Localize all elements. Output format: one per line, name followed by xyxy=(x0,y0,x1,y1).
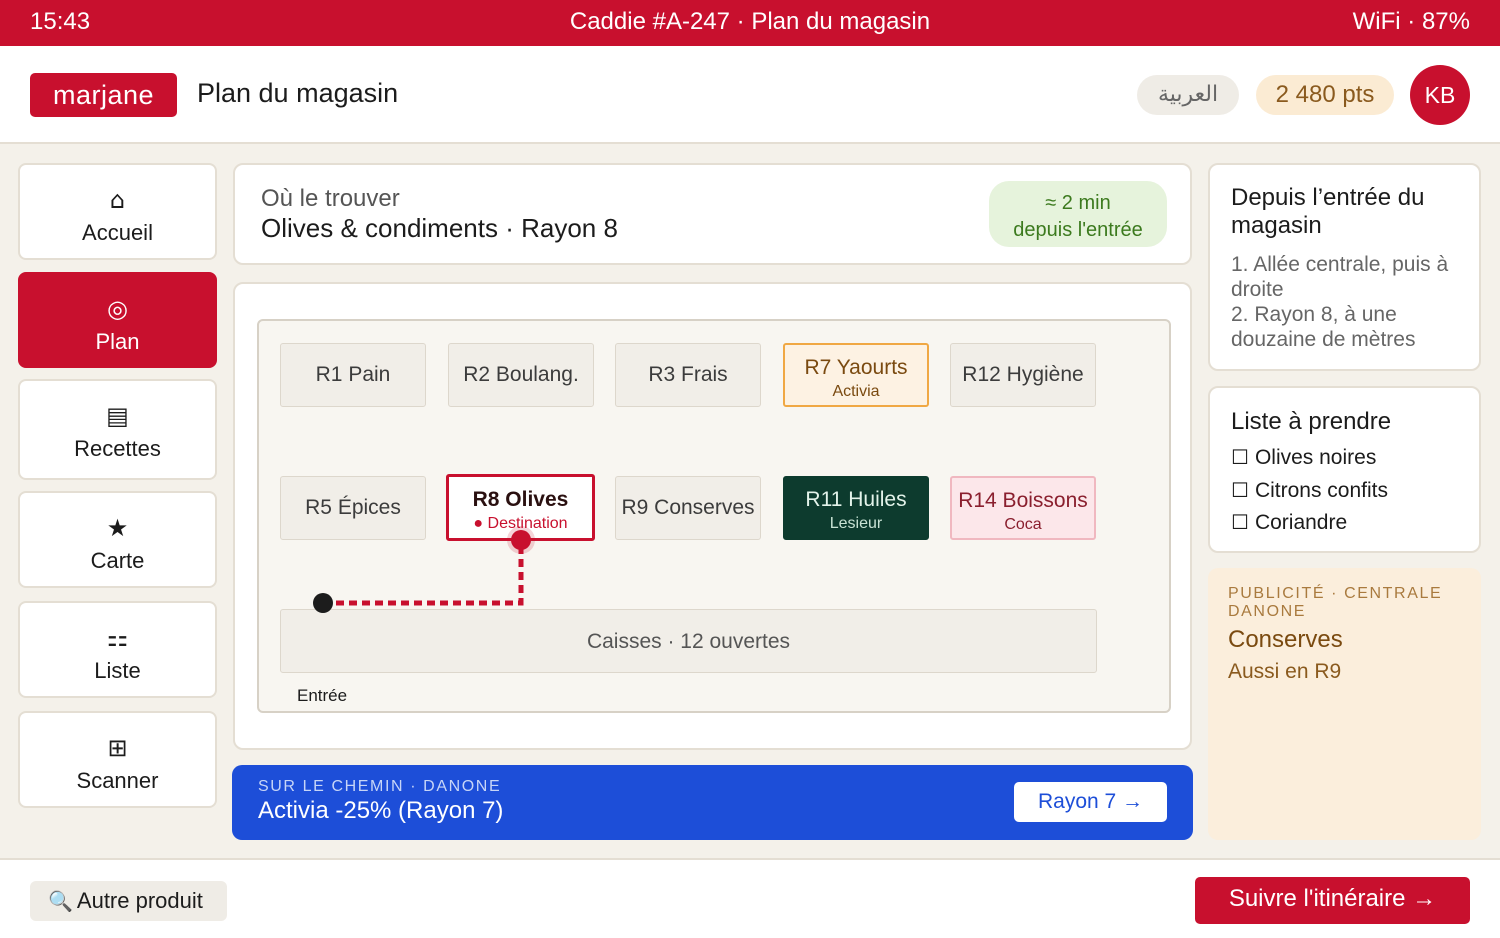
route-line xyxy=(323,541,524,606)
nav-item-carte[interactable]: ★ Carte xyxy=(18,491,217,588)
eta-time: ≈ 2 min xyxy=(1045,192,1111,214)
nav-label: Liste xyxy=(94,658,141,683)
target-icon: ◎ xyxy=(107,295,128,323)
entrance-label: Entrée xyxy=(297,686,348,705)
store-map: R1 Pain R2 Boulang. R3 Frais R7 Yaourts … xyxy=(257,319,1171,713)
sponsored-ad-card[interactable]: PUBLICITÉ · CENTRALE DANONE Conserves Au… xyxy=(1208,568,1481,840)
promo-title: Activia -25% (Rayon 7) xyxy=(258,797,504,824)
nav-label: Scanner xyxy=(76,768,159,793)
destination-marker xyxy=(511,530,531,550)
ad-subtitle: Aussi en R9 xyxy=(1228,660,1342,683)
nav-item-scanner[interactable]: ⊞ Scanner xyxy=(18,711,217,808)
nav-item-recettes[interactable]: ▤ Recettes xyxy=(18,379,217,480)
home-icon: ⌂ xyxy=(109,186,126,214)
other-product-label: Autre produit xyxy=(76,888,203,913)
nav-label: Accueil xyxy=(82,220,153,245)
language-toggle[interactable]: العربية xyxy=(1137,75,1239,115)
checkbox-icon: ☐ xyxy=(1231,445,1249,469)
entrance-marker xyxy=(313,593,333,613)
location-kicker: Où le trouver xyxy=(261,185,400,212)
list-item-label: Coriandre xyxy=(1254,511,1348,534)
product-location-card: Où le trouver Olives & condiments · Rayo… xyxy=(233,163,1192,265)
page-title: Plan du magasin xyxy=(197,78,399,108)
list-item[interactable]: ☐ Citrons confits xyxy=(1231,478,1388,511)
list-item-label: Olives noires xyxy=(1254,446,1377,469)
shopping-list-title: Liste à prendre xyxy=(1231,408,1392,435)
store-map-card: R1 Pain R2 Boulang. R3 Frais R7 Yaourts … xyxy=(233,282,1192,750)
directions-title: Depuis l’entrée du magasin xyxy=(1231,184,1425,239)
directions-card: Depuis l’entrée du magasin 1. Allée cent… xyxy=(1208,163,1481,371)
shopping-list-card: Liste à prendre ☐ Olives noires ☐ Citrons … xyxy=(1208,386,1481,553)
nav-item-accueil[interactable]: ⌂ Accueil xyxy=(18,163,217,260)
app-header: marjane Plan du magasin العربية 2 480 pt… xyxy=(0,46,1500,144)
eta-badge: ≈ 2 min depuis l'entrée xyxy=(989,181,1167,247)
status-bar: 15:43 Caddie #A-247 · Plan du magasin Wi… xyxy=(0,0,1500,46)
ad-kicker: PUBLICITÉ · CENTRALE DANONE xyxy=(1228,585,1443,620)
checkbox-icon: ☐ xyxy=(1231,477,1249,502)
direction-step: 2. Rayon 8, à une douzaine de mètres xyxy=(1231,303,1416,351)
en-route-promo: SUR LE CHEMIN · DANONE Activia -25% (Ray… xyxy=(232,765,1193,840)
list-item[interactable]: ☐ Olives noires xyxy=(1231,445,1388,478)
list-item[interactable]: ☐ Coriandre xyxy=(1231,510,1388,543)
list-item-label: Citrons confits xyxy=(1254,478,1388,502)
nav-item-plan[interactable]: ◎ Plan xyxy=(18,272,217,368)
go-to-aisle-button[interactable]: Rayon 7 → xyxy=(1014,782,1167,822)
other-product-button[interactable]: 🔍 Autre produit xyxy=(30,881,227,921)
status-wifi: WiFi · 87% xyxy=(1352,8,1470,35)
brand-logo[interactable]: marjane xyxy=(30,73,177,117)
direction-step: 1. Allée centrale, puis à droite xyxy=(1231,253,1449,301)
footer-bar: 🔍 Autre produit Suivre l'itinéraire → xyxy=(0,858,1500,938)
nav-label: Recettes xyxy=(74,436,161,461)
ad-title: Conserves xyxy=(1228,626,1343,653)
nav-item-liste[interactable]: ⚏ Liste xyxy=(18,601,217,698)
list-icon: ⚏ xyxy=(106,624,129,652)
eta-origin: depuis l'entrée xyxy=(1013,219,1143,241)
star-icon: ★ xyxy=(106,514,129,542)
nav-label: Carte xyxy=(90,548,145,573)
route-path xyxy=(313,526,535,613)
recipe-book-icon: ▤ xyxy=(106,402,129,430)
checkbox-icon: ☐ xyxy=(1231,510,1249,534)
loyalty-points-badge[interactable]: 2 480 pts xyxy=(1256,75,1394,115)
location-title: Olives & condiments · Rayon 8 xyxy=(261,213,618,243)
search-icon: 🔍 xyxy=(48,889,73,913)
scanner-icon: ⊞ xyxy=(107,734,128,762)
nav-label: Plan xyxy=(95,329,140,354)
directions-steps: 1. Allée centrale, puis à droite 2. Rayo… xyxy=(1231,252,1471,352)
follow-route-button[interactable]: Suivre l'itinéraire → xyxy=(1195,877,1470,924)
promo-kicker: SUR LE CHEMIN · DANONE xyxy=(258,778,502,795)
status-title: Caddie #A-247 · Plan du magasin xyxy=(569,8,931,35)
user-avatar[interactable]: KB xyxy=(1410,65,1470,125)
